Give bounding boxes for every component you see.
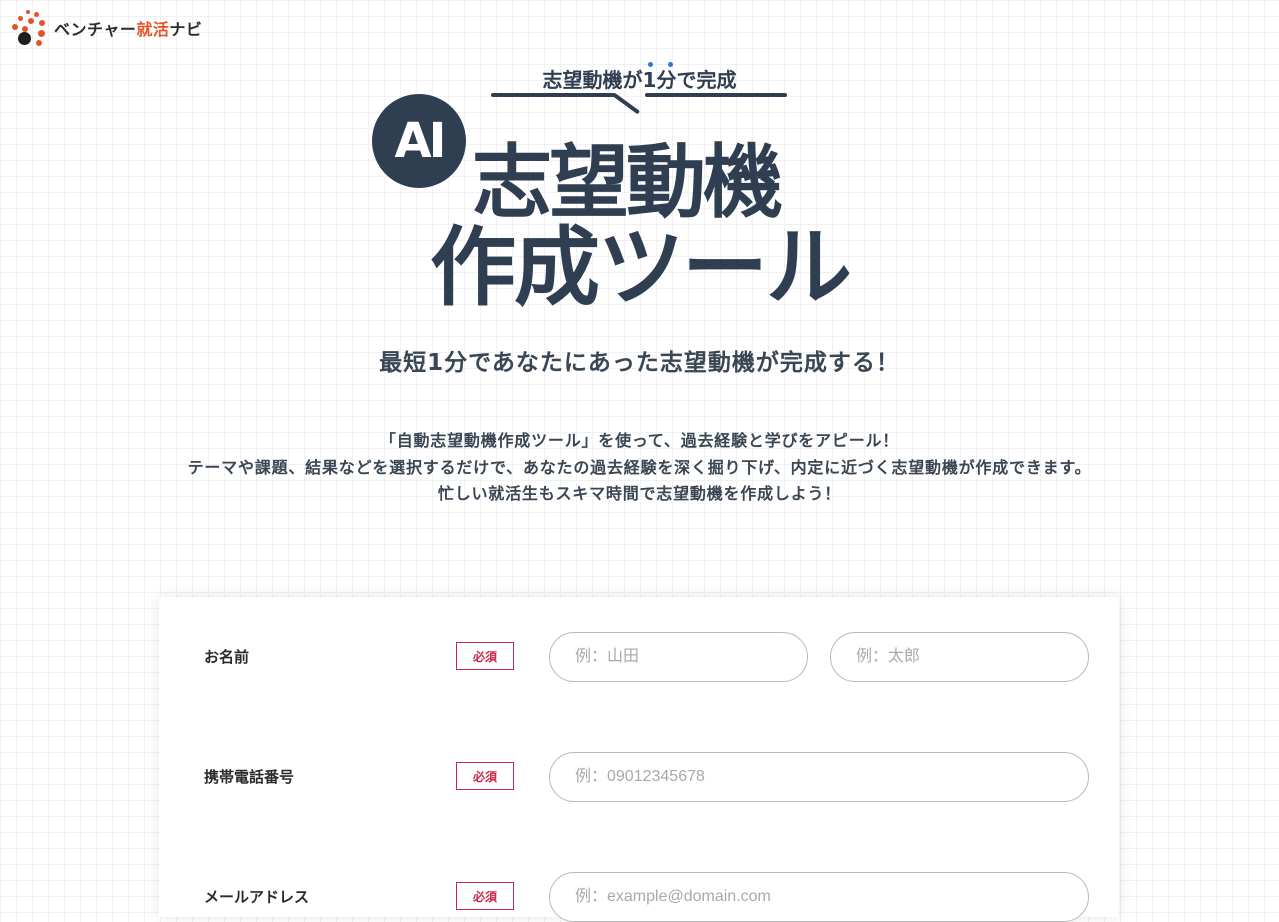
ai-badge: AI xyxy=(372,94,466,188)
speech-line-right xyxy=(645,93,787,97)
hero-catchphrase: 志望動機が1分で完成 xyxy=(542,68,737,92)
first-name-input[interactable] xyxy=(830,632,1089,682)
hero-title-line2: 作成ツール xyxy=(430,218,852,318)
description-line: 「自動志望動機作成ツール」を使って、過去経験と学びをアピール！ xyxy=(379,431,900,450)
form-row-phone: 携帯電話番号 必須 xyxy=(159,752,1119,802)
phone-input[interactable] xyxy=(549,752,1089,802)
required-badge: 必須 xyxy=(456,762,514,790)
hero-title-line1: 志望動機 xyxy=(472,136,783,229)
speech-line-tail xyxy=(611,92,641,115)
required-badge: 必須 xyxy=(456,882,514,910)
name-label: お名前 xyxy=(204,648,250,666)
description-line: 忙しい就活生もスキマ時間で志望動機を作成しよう！ xyxy=(437,484,842,503)
form-row-email: メールアドレス 必須 xyxy=(159,872,1119,922)
speech-line-left xyxy=(491,93,615,97)
hero: 志望動機が1分で完成 AI 志望動機 作成ツール xyxy=(0,0,1279,320)
registration-form: お名前 必須 携帯電話番号 必須 メールアドレス 必須 xyxy=(159,597,1119,922)
description-line: テーマや課題、結果などを選択するだけで、あなたの過去経験を深く掘り下げ、内定に近… xyxy=(187,457,1092,477)
last-name-input[interactable] xyxy=(549,632,808,682)
email-input[interactable] xyxy=(549,872,1089,922)
required-badge: 必須 xyxy=(456,642,514,670)
phone-label: 携帯電話番号 xyxy=(204,768,295,786)
page-subtitle: 最短1分であなたにあった志望動機が完成する！ xyxy=(379,350,900,376)
description: 「自動志望動機作成ツール」を使って、過去経験と学びをアピール！ テーマや課題、結… xyxy=(0,428,1279,508)
form-row-name: お名前 必須 xyxy=(159,632,1119,682)
email-label: メールアドレス xyxy=(204,888,310,906)
